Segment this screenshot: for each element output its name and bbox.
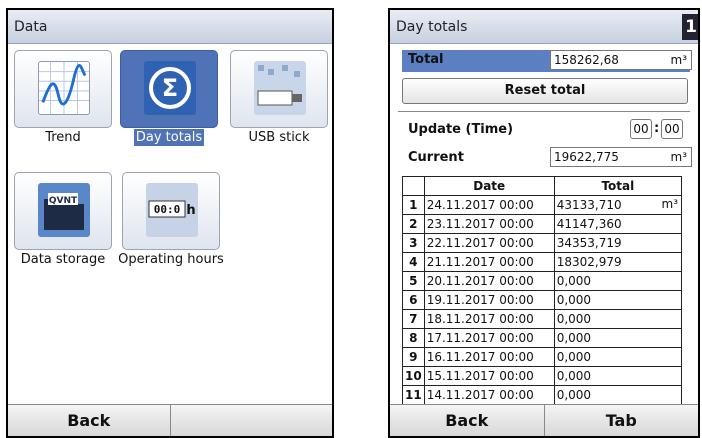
- row-index: 1: [402, 195, 425, 215]
- day-totals-screen: Day totals 1 Total 158262,68 m³ Reset to…: [388, 8, 700, 438]
- row-total: 43133,710 m³: [553, 195, 683, 215]
- hours-icon-unit: h: [186, 203, 195, 218]
- trend-icon: [38, 61, 90, 115]
- column-header: [402, 176, 425, 196]
- data-storage-tile[interactable]: QVNT Data storage: [14, 172, 112, 272]
- trend-tile[interactable]: Trend: [14, 50, 112, 150]
- current-row: Current 19622,775 m³: [402, 147, 692, 168]
- total-value: 158262,68 m³: [550, 50, 692, 70]
- page-badge: 1: [682, 14, 698, 40]
- row-index: 9: [402, 347, 425, 367]
- row-total: 18302,979: [553, 252, 683, 272]
- row-total: 0,000: [553, 328, 683, 348]
- update-hours-field[interactable]: 00: [630, 119, 652, 139]
- tile-label: Operating hours: [118, 252, 224, 267]
- back-softkey[interactable]: Back: [390, 405, 544, 436]
- row-date: 17.11.2017 00:00: [423, 328, 555, 348]
- table-row[interactable]: 1 24.11.2017 00:00 43133,710 m³: [402, 195, 683, 215]
- row-total: 41147,360: [553, 214, 683, 234]
- row-date: 20.11.2017 00:00: [423, 271, 555, 291]
- row-index: 11: [402, 385, 425, 405]
- total-row[interactable]: Total 158262,68 m³: [402, 50, 692, 72]
- screen-title: Data: [8, 10, 332, 44]
- softkey-bar: Back: [8, 404, 332, 436]
- table-row[interactable]: 3 22.11.2017 00:00 34353,719: [402, 233, 683, 253]
- row-date: 19.11.2017 00:00: [423, 290, 555, 310]
- row-total: 0,000: [553, 271, 683, 291]
- softkey-bar: Back Tab: [390, 404, 698, 436]
- row-unit: m³: [661, 197, 679, 211]
- row-total: 0,000: [553, 309, 683, 329]
- update-time-label: Update (Time): [408, 122, 514, 137]
- row-total: 0,000: [553, 290, 683, 310]
- operating-hours-icon: 00:0 h: [146, 183, 198, 237]
- table-row[interactable]: 6 19.11.2017 00:00 0,000: [402, 290, 683, 310]
- row-total: 34353,719: [553, 233, 683, 253]
- row-date: 24.11.2017 00:00: [423, 195, 555, 215]
- table-row[interactable]: 10 15.11.2017 00:00 0,000: [402, 366, 683, 386]
- usb-stick-tile[interactable]: USB stick: [230, 50, 328, 150]
- reset-total-button[interactable]: Reset total: [402, 78, 688, 104]
- usb-stick-icon: [254, 61, 306, 115]
- svg-text:Σ: Σ: [162, 74, 178, 102]
- table-row[interactable]: 9 16.11.2017 00:00 0,000: [402, 347, 683, 367]
- table-row[interactable]: 5 20.11.2017 00:00 0,000: [402, 271, 683, 291]
- row-date: 15.11.2017 00:00: [423, 366, 555, 386]
- back-softkey[interactable]: Back: [8, 405, 170, 436]
- column-header: Date: [423, 176, 555, 196]
- row-date: 21.11.2017 00:00: [423, 252, 555, 272]
- table-header-row: Date Total: [402, 176, 683, 196]
- row-date: 22.11.2017 00:00: [423, 233, 555, 253]
- row-index: 10: [402, 366, 425, 386]
- table-row[interactable]: 2 23.11.2017 00:00 41147,360: [402, 214, 683, 234]
- row-total: 0,000: [553, 347, 683, 367]
- row-date: 16.11.2017 00:00: [423, 347, 555, 367]
- row-date: 23.11.2017 00:00: [423, 214, 555, 234]
- row-index: 3: [402, 233, 425, 253]
- table-row[interactable]: 7 18.11.2017 00:00 0,000: [402, 309, 683, 329]
- table-row[interactable]: 4 21.11.2017 00:00 18302,979: [402, 252, 683, 272]
- screen-title: Day totals: [390, 10, 698, 44]
- current-label: Current: [408, 150, 464, 165]
- tile-label: USB stick: [248, 130, 310, 145]
- current-value: 19622,775 m³: [550, 147, 692, 167]
- hours-icon-text: 00:0: [154, 203, 181, 216]
- tile-label: Data storage: [20, 252, 106, 267]
- row-index: 6: [402, 290, 425, 310]
- column-header: Total: [553, 176, 683, 196]
- empty-softkey[interactable]: [169, 405, 333, 436]
- storage-icon-text: QVNT: [49, 196, 78, 206]
- day-totals-table: Date Total 1 24.11.2017 00:00 43133,710 m³ 2…: [402, 176, 683, 405]
- data-menu-screen: Data Trend Σ Day totals USB stick QVNT D…: [6, 8, 334, 438]
- row-date: 18.11.2017 00:00: [423, 309, 555, 329]
- row-index: 2: [402, 214, 425, 234]
- table-row[interactable]: 11 14.11.2017 00:00 0,000: [402, 385, 683, 405]
- sigma-icon: Σ: [144, 61, 196, 115]
- update-minutes-field[interactable]: 00: [661, 119, 683, 139]
- operating-hours-tile[interactable]: 00:0 h Operating hours: [118, 172, 224, 272]
- tab-softkey[interactable]: Tab: [543, 405, 699, 436]
- divider: [398, 111, 690, 112]
- row-date: 14.11.2017 00:00: [423, 385, 555, 405]
- row-index: 7: [402, 309, 425, 329]
- row-index: 5: [402, 271, 425, 291]
- data-storage-icon: QVNT: [38, 183, 90, 237]
- total-label: Total: [408, 52, 444, 67]
- tile-label: Trend: [45, 130, 81, 145]
- table-row[interactable]: 8 17.11.2017 00:00 0,000: [402, 328, 683, 348]
- row-index: 8: [402, 328, 425, 348]
- row-total: 0,000: [553, 366, 683, 386]
- row-index: 4: [402, 252, 425, 272]
- row-total: 0,000: [553, 385, 683, 405]
- day-totals-tile[interactable]: Σ Day totals: [120, 50, 218, 150]
- tile-label: Day totals: [133, 129, 205, 146]
